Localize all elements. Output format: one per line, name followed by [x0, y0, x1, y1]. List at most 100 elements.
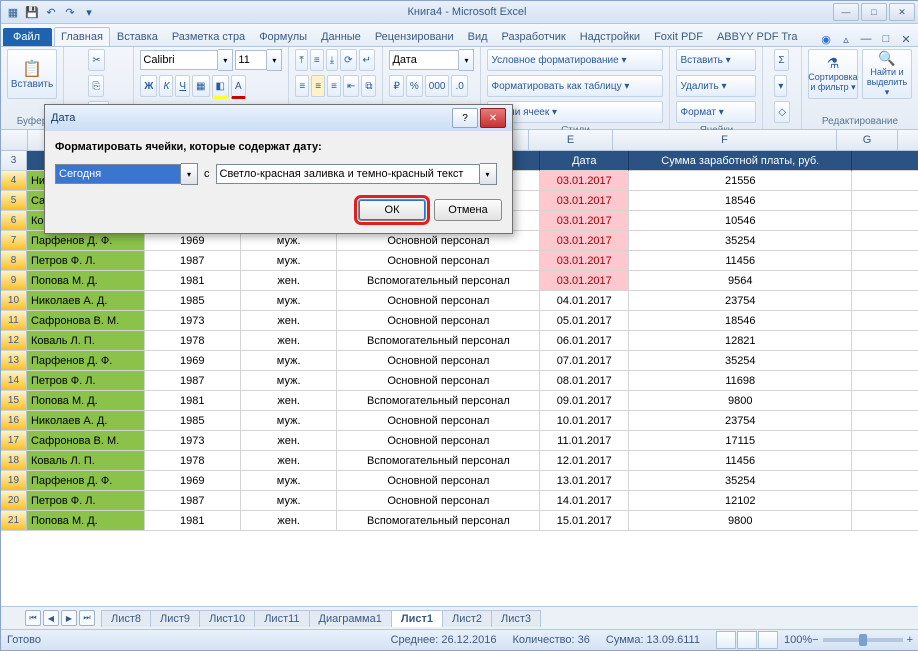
cell-year[interactable]: 1978	[145, 451, 241, 471]
comma-button[interactable]: 000	[425, 75, 450, 97]
ribbon-min-icon[interactable]: ▵	[839, 32, 853, 46]
cell-year[interactable]: 1969	[145, 351, 241, 371]
cell-name[interactable]: Парфенов Д. Ф.	[27, 471, 145, 491]
col-header-G[interactable]: G	[837, 130, 898, 150]
cell-empty[interactable]	[852, 451, 918, 471]
cell-date[interactable]: 05.01.2017	[540, 311, 629, 331]
inc-dec-button[interactable]: .0	[451, 75, 467, 97]
cell-sex[interactable]: жен.	[241, 511, 337, 531]
row-header[interactable]: 5	[1, 191, 27, 211]
cell-year[interactable]: 1987	[145, 371, 241, 391]
redo-icon[interactable]: ↷	[62, 4, 78, 20]
doc-close-icon[interactable]: ✕	[899, 32, 913, 46]
cell-date[interactable]: 09.01.2017	[540, 391, 629, 411]
cell-sum[interactable]: 23754	[629, 411, 852, 431]
format-style-dd-icon[interactable]: ▾	[480, 163, 497, 185]
cell-category[interactable]: Основной персонал	[337, 491, 540, 511]
cell-category[interactable]: Основной персонал	[337, 251, 540, 271]
cell-name[interactable]: Парфенов Д. Ф.	[27, 351, 145, 371]
cell-sex[interactable]: муж.	[241, 471, 337, 491]
cell-category[interactable]: Основной персонал	[337, 231, 540, 251]
row-header[interactable]: 9	[1, 271, 27, 291]
cell-sum[interactable]: 9564	[629, 271, 852, 291]
cell-sum[interactable]: 35254	[629, 351, 852, 371]
tab-4[interactable]: Данные	[314, 27, 368, 46]
row-header[interactable]: 20	[1, 491, 27, 511]
cell-sex[interactable]: жен.	[241, 271, 337, 291]
cell-empty[interactable]	[852, 191, 918, 211]
percent-button[interactable]: %	[406, 75, 423, 97]
cell-empty[interactable]	[852, 231, 918, 251]
format-cells-button[interactable]: Формат ▾	[676, 101, 756, 123]
tab-8[interactable]: Надстройки	[573, 27, 647, 46]
align-mid-button[interactable]: ≡	[310, 49, 324, 71]
indent-dec-button[interactable]: ⇤	[343, 75, 359, 97]
row-header[interactable]: 16	[1, 411, 27, 431]
cell-empty[interactable]	[852, 171, 918, 191]
row-header[interactable]: 21	[1, 511, 27, 531]
cell-empty[interactable]	[852, 491, 918, 511]
number-format-input[interactable]	[389, 50, 459, 70]
sheet-tab[interactable]: Лист1	[391, 610, 443, 627]
cell-sum[interactable]: 11456	[629, 251, 852, 271]
cell-year[interactable]: 1985	[145, 291, 241, 311]
cell-sex[interactable]: муж.	[241, 231, 337, 251]
cell-empty[interactable]	[852, 331, 918, 351]
doc-max-icon[interactable]: □	[879, 32, 893, 46]
sheet-nav-last-icon[interactable]: ⏭	[79, 610, 95, 626]
cell-date[interactable]: 03.01.2017	[540, 231, 629, 251]
tab-1[interactable]: Вставка	[110, 27, 165, 46]
cell-sum[interactable]: 23754	[629, 291, 852, 311]
sheet-tab[interactable]: Лист10	[199, 610, 255, 627]
currency-button[interactable]: ₽	[389, 75, 403, 97]
qat-more-icon[interactable]: ▾	[81, 4, 97, 20]
cell-sum[interactable]: 35254	[629, 231, 852, 251]
cell-empty[interactable]	[852, 291, 918, 311]
cell-date[interactable]: 06.01.2017	[540, 331, 629, 351]
cell-empty[interactable]	[852, 211, 918, 231]
cell-date[interactable]: 11.01.2017	[540, 431, 629, 451]
cell-date[interactable]: 03.01.2017	[540, 191, 629, 211]
align-center-button[interactable]: ≡	[311, 75, 325, 97]
date-condition-input[interactable]	[55, 164, 181, 184]
sheet-tab[interactable]: Лист9	[150, 610, 200, 627]
cell-category[interactable]: Основной персонал	[337, 351, 540, 371]
font-name-dd-icon[interactable]: ▾	[218, 49, 233, 71]
sheet-tab[interactable]: Лист8	[101, 610, 151, 627]
col-header-F[interactable]: F	[613, 130, 837, 150]
zoom-in-button[interactable]: +	[907, 634, 913, 646]
cell-sex[interactable]: жен.	[241, 431, 337, 451]
row-header[interactable]: 4	[1, 171, 27, 191]
row-header[interactable]: 11	[1, 311, 27, 331]
number-format-dd-icon[interactable]: ▾	[459, 49, 474, 71]
row-header[interactable]: 13	[1, 351, 27, 371]
cell-empty[interactable]	[852, 391, 918, 411]
cell-sum[interactable]: 10546	[629, 211, 852, 231]
cell-name[interactable]: Парфенов Д. Ф.	[27, 231, 145, 251]
tab-9[interactable]: Foxit PDF	[647, 27, 710, 46]
copy-icon[interactable]: ⎘	[88, 75, 104, 97]
cut-icon[interactable]: ✂	[88, 49, 104, 71]
cell-year[interactable]: 1985	[145, 411, 241, 431]
sheet-tab[interactable]: Лист2	[442, 610, 492, 627]
cell-sum[interactable]: 11698	[629, 371, 852, 391]
undo-icon[interactable]: ↶	[43, 4, 59, 20]
cell-name[interactable]: Николаев А. Д.	[27, 291, 145, 311]
cell-name[interactable]: Попова М. Д.	[27, 271, 145, 291]
underline-button[interactable]: Ч	[175, 75, 190, 97]
cell-name[interactable]: Николаев А. Д.	[27, 411, 145, 431]
cell-sex[interactable]: муж.	[241, 491, 337, 511]
cell-date[interactable]: 07.01.2017	[540, 351, 629, 371]
zoom-slider[interactable]	[823, 638, 903, 642]
align-top-button[interactable]: ⤒	[295, 49, 307, 71]
cell-sum[interactable]: 9800	[629, 391, 852, 411]
cell-sex[interactable]: жен.	[241, 311, 337, 331]
cell-date[interactable]: 03.01.2017	[540, 271, 629, 291]
cell-category[interactable]: Вспомогательный персонал	[337, 391, 540, 411]
cell-name[interactable]: Сафронова В. М.	[27, 431, 145, 451]
format-style-input[interactable]	[216, 164, 480, 184]
date-condition-dd-icon[interactable]: ▾	[181, 163, 198, 185]
cell-sum[interactable]: 9800	[629, 511, 852, 531]
cell-empty[interactable]	[852, 311, 918, 331]
cell-date[interactable]: 12.01.2017	[540, 451, 629, 471]
